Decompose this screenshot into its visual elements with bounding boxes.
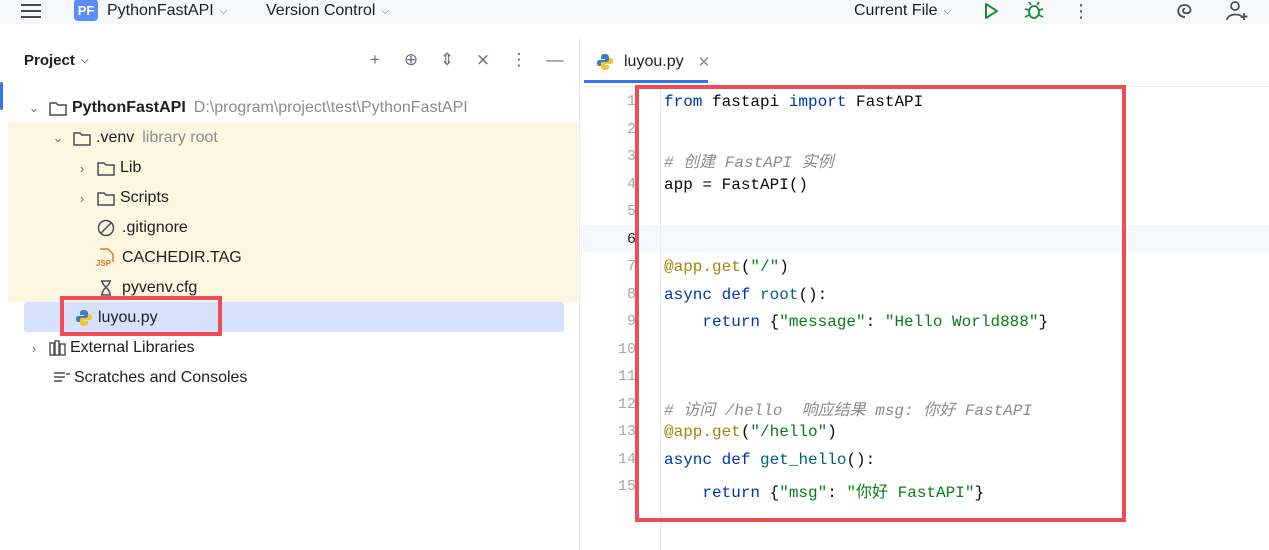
line-number: 4 xyxy=(626,176,636,193)
line-number: 12 xyxy=(617,396,636,413)
tree-item-cachedir[interactable]: JSP CACHEDIR.TAG xyxy=(96,243,242,273)
jsp-badge: JSP xyxy=(96,259,112,268)
tree-item-gitignore[interactable]: .gitignore xyxy=(96,213,188,243)
line-number: 7 xyxy=(626,258,636,275)
chevron-right-icon[interactable]: › xyxy=(28,341,40,356)
run-config-selector[interactable]: Current File ⌵ xyxy=(854,0,951,22)
config-file-icon xyxy=(96,278,116,298)
line-number: 15 xyxy=(617,478,636,495)
chevron-down-icon: ⌵ xyxy=(219,5,228,17)
scratches-icon xyxy=(52,368,72,388)
expand-all-icon[interactable]: ⇕ xyxy=(437,50,457,70)
tree-item-label: External Libraries xyxy=(70,339,195,356)
line-number: 14 xyxy=(617,451,636,468)
project-pane-actions: + ⊕ ⇕ ⨯ ⋮ — xyxy=(365,50,565,70)
collapse-all-icon[interactable]: ⨯ xyxy=(473,50,493,70)
run-config-label: Current File xyxy=(854,2,938,19)
add-user-icon xyxy=(1226,1,1248,21)
chevron-down-icon[interactable]: ⌄ xyxy=(52,130,64,146)
chevron-down-icon: ⌵ xyxy=(381,5,389,17)
tab-label: luyou.py xyxy=(624,53,684,70)
tree-item-external-libraries[interactable]: › External Libraries xyxy=(28,333,195,363)
editor-tab-luyou[interactable]: luyou.py ✕ xyxy=(596,48,710,76)
tree-item-path: D:\program\project\test\PythonFastAPI xyxy=(193,99,468,116)
folder-icon xyxy=(72,128,92,148)
project-badge-icon[interactable]: PF xyxy=(74,0,98,21)
ai-assistant-button[interactable] xyxy=(1174,0,1196,22)
highlight-annotation-box xyxy=(635,85,1126,522)
new-file-icon[interactable]: + xyxy=(365,50,385,70)
tree-item-label: Scripts xyxy=(120,189,169,206)
line-number: 1 xyxy=(626,93,636,110)
tree-item-scripts[interactable]: › Scripts xyxy=(76,183,169,213)
tree-item-label: Scratches and Consoles xyxy=(74,369,248,386)
project-selector[interactable]: PythonFastAPI ⌵ xyxy=(107,0,227,22)
hide-pane-icon[interactable]: — xyxy=(545,50,565,70)
chevron-down-icon[interactable]: ⌄ xyxy=(28,100,40,116)
close-icon[interactable]: ✕ xyxy=(698,53,711,71)
line-number: 8 xyxy=(626,286,636,303)
project-name: PythonFastAPI xyxy=(107,2,214,19)
folder-icon xyxy=(96,188,116,208)
chevron-right-icon[interactable]: › xyxy=(76,191,88,206)
library-icon xyxy=(48,338,68,358)
tree-item-hint: library root xyxy=(142,129,218,146)
run-icon xyxy=(985,3,998,19)
add-user-button[interactable] xyxy=(1226,0,1248,22)
line-number: 10 xyxy=(617,341,636,358)
run-button[interactable] xyxy=(982,0,1000,22)
line-number: 11 xyxy=(617,368,636,385)
line-number: 9 xyxy=(626,313,636,330)
chevron-right-icon[interactable]: › xyxy=(76,161,88,176)
chevron-down-icon: ⌵ xyxy=(943,5,952,17)
bug-icon xyxy=(1024,1,1044,19)
tree-item-label: pyvenv.cfg xyxy=(122,279,198,296)
debug-button[interactable] xyxy=(1024,0,1044,22)
tree-item-label: CACHEDIR.TAG xyxy=(122,249,242,266)
code-editor: luyou.py ✕ 1 2 3 4 5 6 7 8 9 10 11 12 13… xyxy=(580,36,1269,550)
vcs-menu[interactable]: Version Control ⌵ xyxy=(266,0,389,22)
line-number: 2 xyxy=(626,121,636,138)
line-number: 3 xyxy=(626,148,636,165)
ignore-file-icon xyxy=(96,218,116,238)
main-toolbar: PF PythonFastAPI ⌵ Version Control ⌵ Cur… xyxy=(0,0,1269,24)
locate-file-icon[interactable]: ⊕ xyxy=(401,50,421,70)
chevron-down-icon: ⌵ xyxy=(80,55,89,66)
tree-item-venv[interactable]: ⌄ .venv library root xyxy=(52,123,218,153)
project-view-selector[interactable]: Project ⌵ xyxy=(24,52,88,69)
tree-item-scratches[interactable]: Scratches and Consoles xyxy=(52,363,247,393)
tree-item-label: .venv xyxy=(96,129,135,146)
tree-item-label: PythonFastAPI xyxy=(72,99,186,116)
project-tool-window: Project ⌵ + ⊕ ⇕ ⨯ ⋮ — ⌄ PythonFastAPI D:… xyxy=(0,36,580,550)
folder-icon xyxy=(48,98,68,118)
highlight-annotation-box xyxy=(60,296,222,336)
vcs-label: Version Control xyxy=(266,2,376,19)
folder-icon xyxy=(96,158,116,178)
line-number: 6 xyxy=(626,231,636,248)
active-tool-indicator xyxy=(0,82,3,110)
python-file-icon xyxy=(596,52,616,72)
active-tab-indicator xyxy=(584,80,708,83)
tree-item-project-root[interactable]: ⌄ PythonFastAPI D:\program\project\test\… xyxy=(28,93,468,123)
main-menu-icon[interactable] xyxy=(20,0,44,22)
more-options-icon[interactable]: ⋮ xyxy=(1072,0,1090,22)
line-number: 13 xyxy=(617,423,636,440)
project-pane-title: Project xyxy=(24,52,75,69)
spiral-icon xyxy=(1177,4,1192,18)
jsp-file-icon: JSP xyxy=(96,248,116,268)
tree-item-lib[interactable]: › Lib xyxy=(76,153,142,183)
tree-item-label: .gitignore xyxy=(122,219,188,236)
line-number: 5 xyxy=(626,203,636,220)
options-icon[interactable]: ⋮ xyxy=(509,50,529,70)
tree-item-label: Lib xyxy=(120,159,142,176)
